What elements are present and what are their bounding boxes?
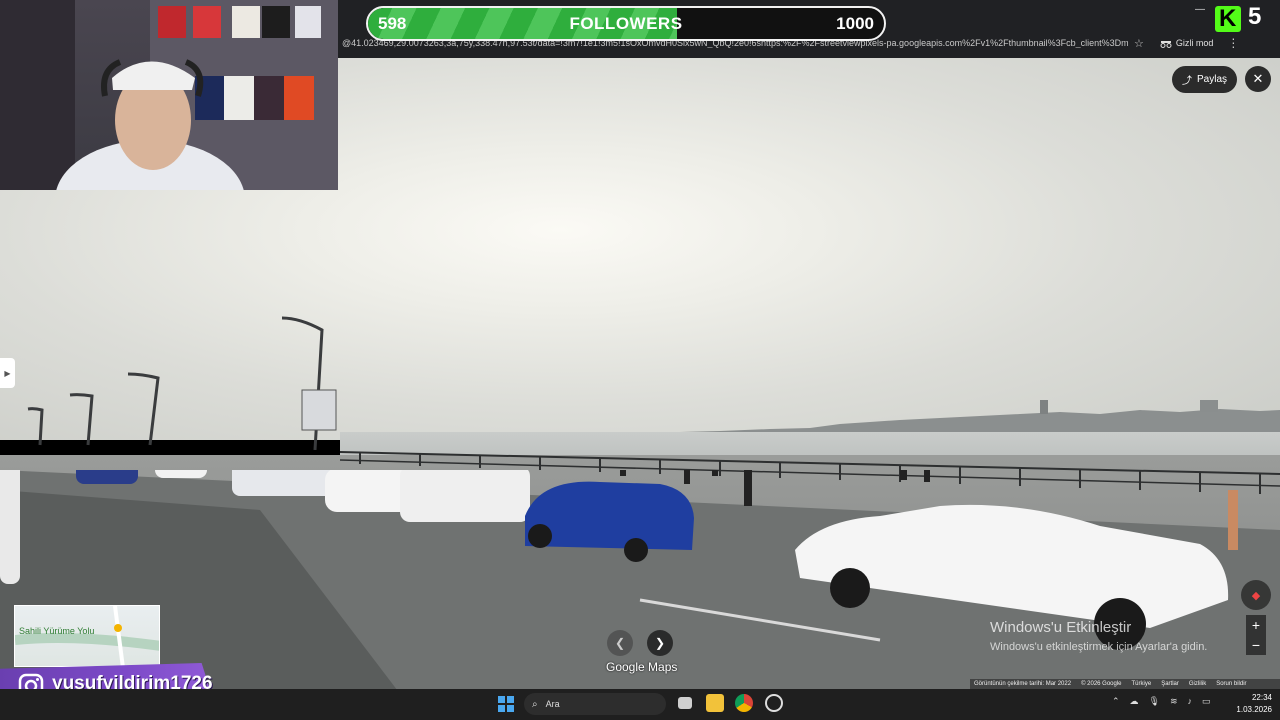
footer-report-link[interactable]: Sorun bildir <box>1216 681 1246 687</box>
chevron-right-icon: ▶ <box>4 368 11 378</box>
follower-target-count: 1000 <box>836 14 874 33</box>
clock-date[interactable]: 1.03.2026 <box>1224 705 1272 714</box>
next-image-button[interactable]: ❯ <box>647 630 673 656</box>
copyright: © 2026 Google <box>1081 681 1122 687</box>
zoom-out-button[interactable]: − <box>1246 635 1266 655</box>
windows-start-icon[interactable] <box>498 696 514 712</box>
webcam-overlay <box>0 0 338 190</box>
minimap-location-label: Sahili Yürüme Yolu <box>19 626 95 636</box>
tray-expand-icon[interactable]: ⌃ <box>1112 696 1120 707</box>
task-view-icon[interactable] <box>678 697 692 709</box>
volume-icon[interactable]: ♪ <box>1188 696 1193 707</box>
minimize-icon[interactable]: — <box>1195 4 1205 15</box>
minimap[interactable]: Sahili Yürüme Yolu <box>14 605 160 667</box>
chevron-right-icon: ❯ <box>654 636 666 650</box>
app-icon[interactable] <box>765 694 783 712</box>
webcam-feed <box>0 0 338 190</box>
follower-goal-bar: 598 FOLLOWERS 1000 <box>366 6 886 41</box>
footer-privacy-link[interactable]: Gizlilik <box>1189 681 1206 687</box>
microphone-icon[interactable]: 🎙 <box>1149 696 1160 707</box>
incognito-indicator[interactable]: Gizli mod <box>1160 38 1214 48</box>
onedrive-icon[interactable]: ☁ <box>1130 696 1139 707</box>
expand-sidebar-button[interactable]: ▶ <box>0 358 15 388</box>
taskbar-search[interactable]: ⌕ Ara <box>524 693 666 715</box>
window-controls: — <box>1195 4 1205 15</box>
chrome-icon[interactable] <box>735 694 753 712</box>
bookmark-star-icon[interactable]: ☆ <box>1134 37 1144 50</box>
google-maps-logo: Google Maps <box>606 660 678 674</box>
footer-country[interactable]: Türkiye <box>1132 681 1152 687</box>
kick-logo-icon: K <box>1215 6 1241 32</box>
battery-icon[interactable]: ▭ <box>1202 696 1211 707</box>
share-icon: ⤴ <box>1181 76 1192 87</box>
previous-image-button[interactable]: ❮ <box>607 630 633 656</box>
file-explorer-icon[interactable] <box>706 694 724 712</box>
footer-terms-link[interactable]: Şartlar <box>1161 681 1179 687</box>
streetview-footer: Görüntünün çekilme tarihi: Mar 2022 © 20… <box>970 679 1280 689</box>
compass-icon[interactable]: ◆ <box>1241 580 1271 610</box>
incognito-label: Gizli mod <box>1175 38 1214 48</box>
follower-goal-label: FOLLOWERS <box>569 14 683 33</box>
browser-menu-icon[interactable]: ⋮ <box>1227 36 1239 50</box>
system-tray: ⌃ ☁ 🎙 ≋ ♪ ▭ <box>1112 696 1211 707</box>
minimap-graphic <box>15 606 159 666</box>
incognito-icon <box>1160 40 1172 48</box>
zoom-in-button[interactable]: + <box>1246 615 1266 635</box>
kick-viewer-count: 5 <box>1248 3 1262 30</box>
street-lamps <box>27 316 337 450</box>
windows-activation-subtitle: Windows'u etkinleştirmek için Ayarlar'a … <box>990 641 1208 653</box>
windows-activation-title: Windows'u Etkinleştir <box>990 619 1132 636</box>
close-streetview-button[interactable]: ✕ <box>1245 66 1271 92</box>
share-label: Paylaş <box>1196 74 1227 85</box>
clock-time[interactable]: 22:34 <box>1232 693 1272 702</box>
wifi-icon[interactable]: ≋ <box>1170 696 1178 707</box>
chevron-left-icon: ❮ <box>614 636 626 650</box>
taskbar-search-label: Ara <box>545 699 560 709</box>
share-button[interactable]: ⤴ Paylaş <box>1172 66 1237 93</box>
close-icon: ✕ <box>1252 71 1264 86</box>
search-icon: ⌕ <box>532 698 538 710</box>
capture-date: Görüntünün çekilme tarihi: Mar 2022 <box>974 681 1072 687</box>
